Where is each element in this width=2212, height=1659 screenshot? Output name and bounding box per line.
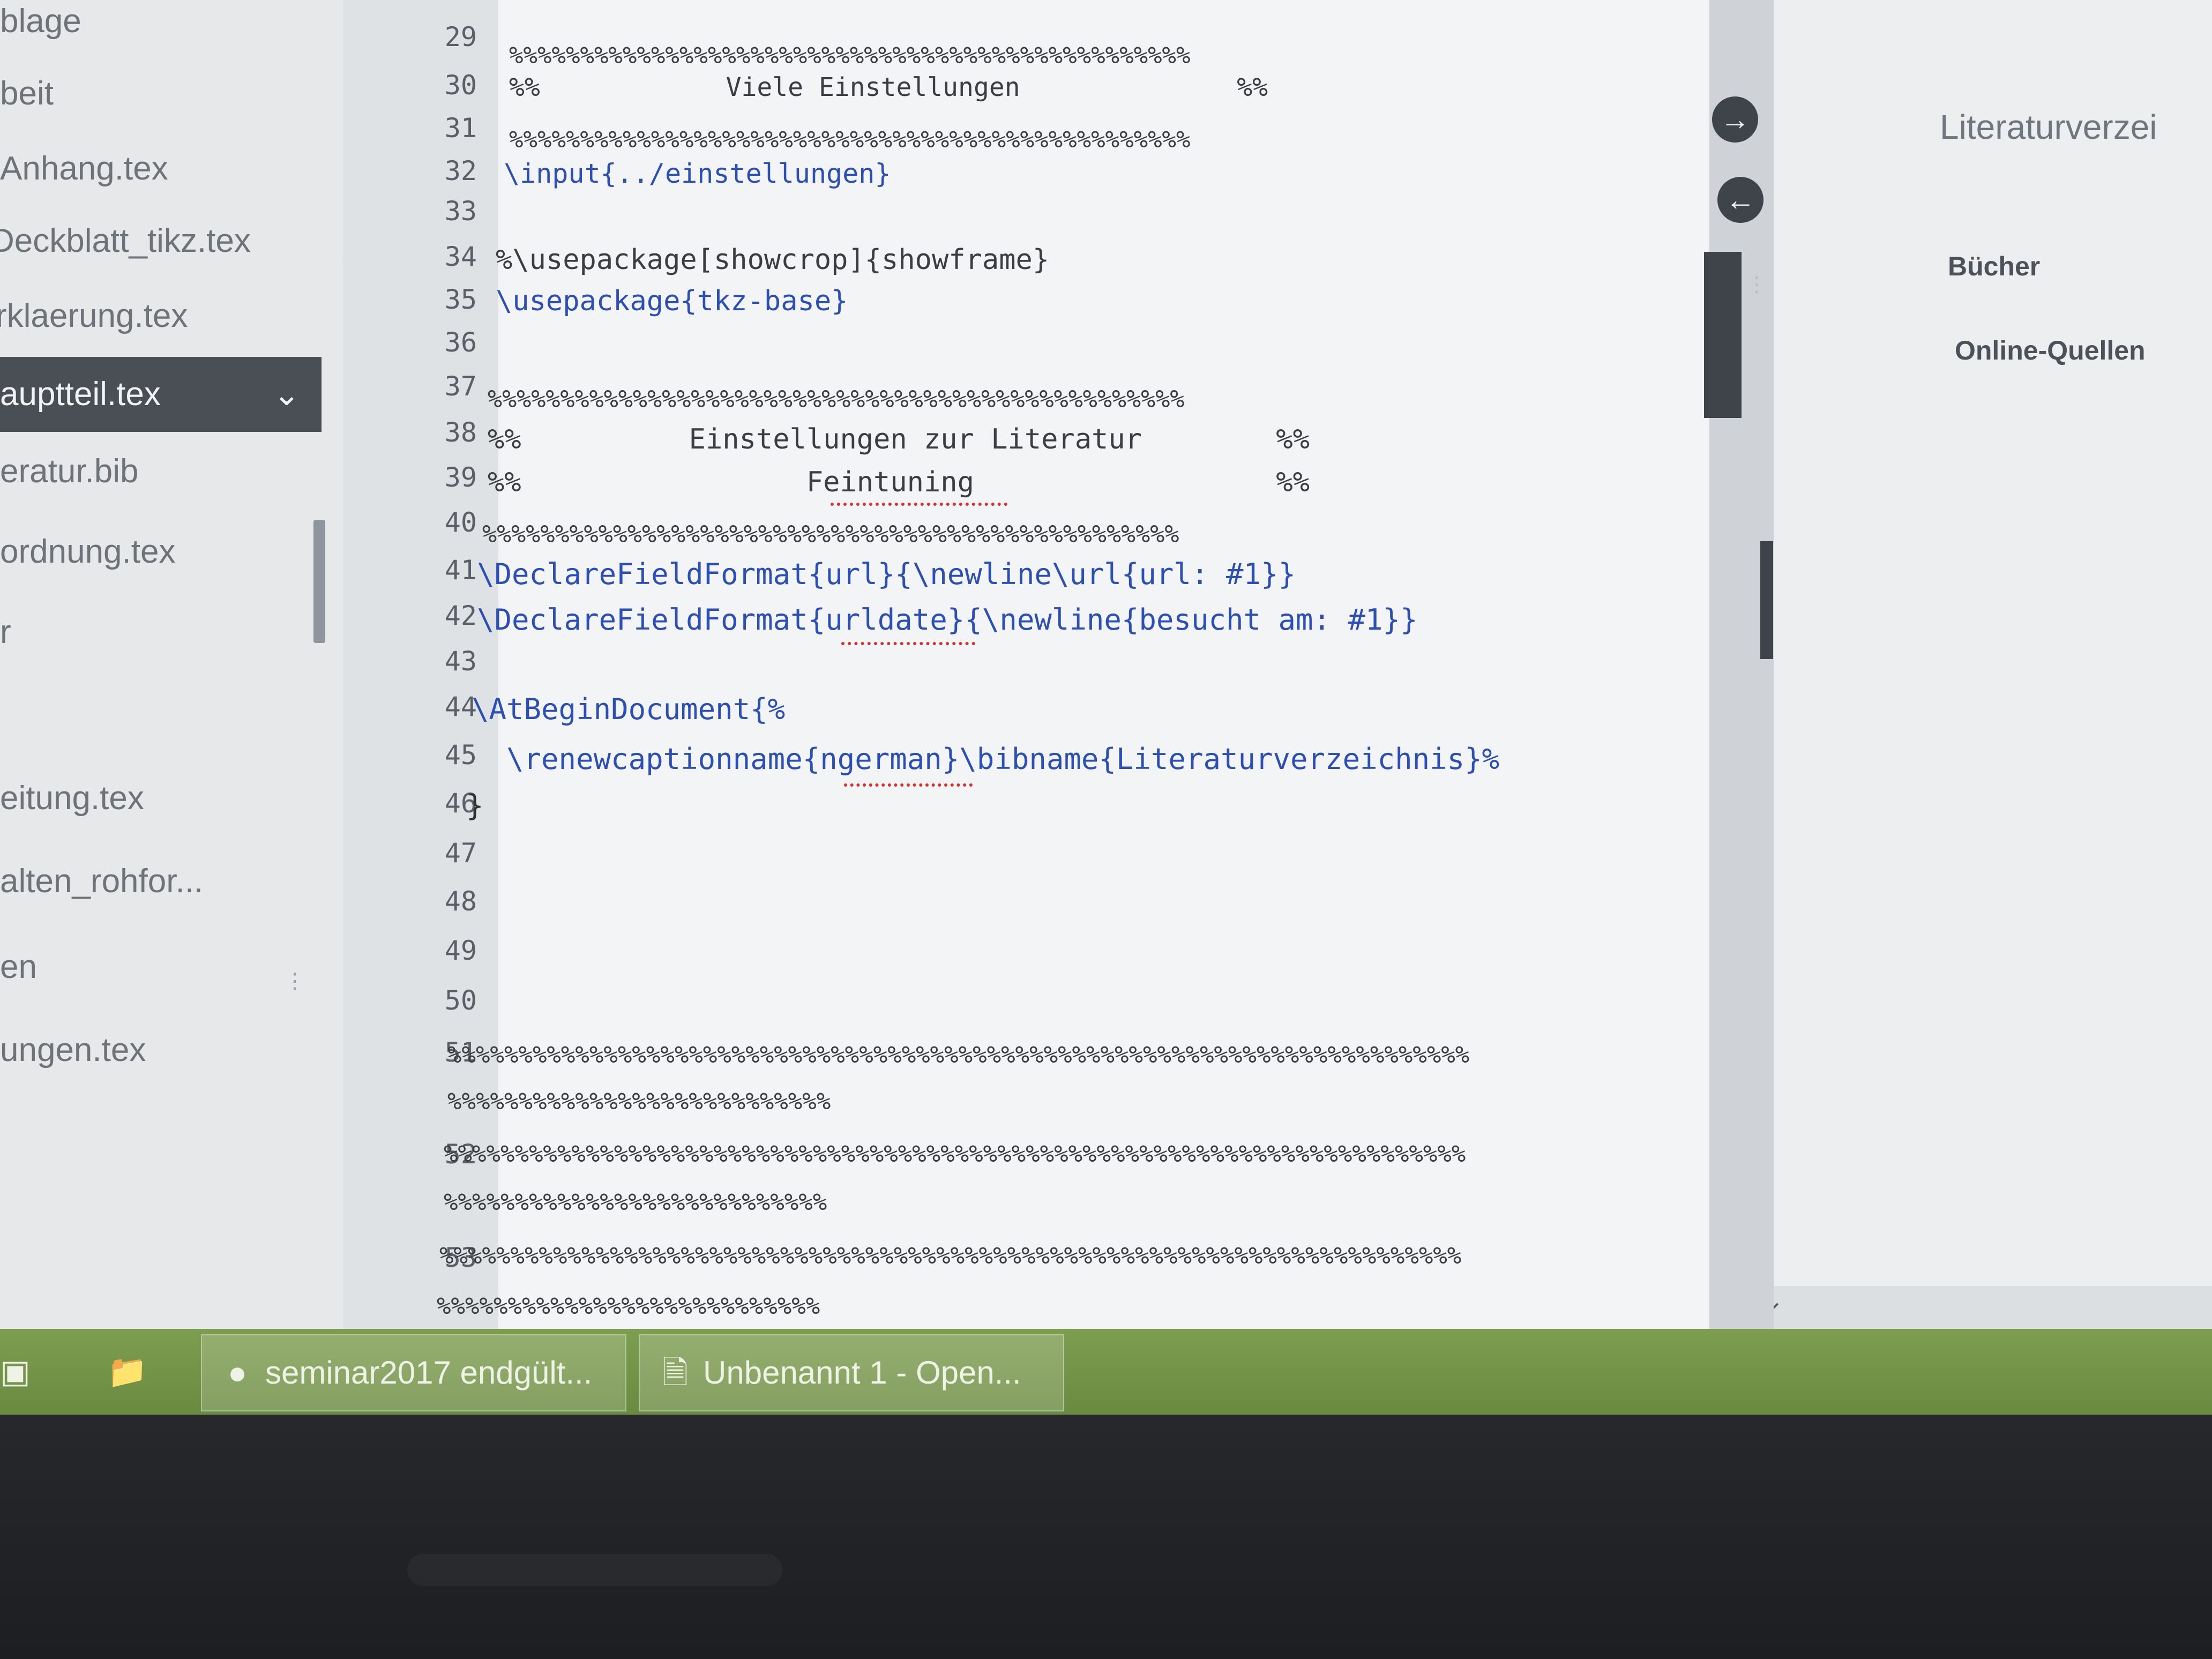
- line-number: 33: [444, 196, 477, 227]
- line-number: 41: [444, 555, 477, 586]
- spell-error-marker: [831, 503, 1007, 506]
- line-number: 50: [444, 985, 477, 1016]
- taskbar-button-document[interactable]: 🗎 Unbenannt 1 - Open...: [639, 1334, 1064, 1411]
- code-line[interactable]: %%%%%%%%%%%%%%%%%%%%%%%%%%%: [444, 1189, 827, 1216]
- start-menu-icon[interactable]: ▣: [0, 1350, 31, 1393]
- panel-splitter-handle[interactable]: [313, 520, 325, 643]
- chevron-down-icon[interactable]: ⌄: [273, 357, 300, 432]
- code-line[interactable]: %% Feintuning %%: [488, 466, 1310, 498]
- scroll-handle[interactable]: [1704, 252, 1742, 418]
- file-item-label: eitung.tex: [0, 780, 144, 817]
- code-line[interactable]: %%%%%%%%%%%%%%%%%%%%%%%%%%%%%%%%%%%%%%%%…: [439, 1242, 1461, 1269]
- file-item-label: auptteil.tex: [0, 376, 161, 413]
- line-number: 47: [444, 838, 477, 869]
- drag-grip-icon[interactable]: ⋮: [1746, 274, 1767, 295]
- file-item-label: beit: [0, 75, 54, 112]
- line-number: 38: [444, 417, 477, 448]
- panel-splitter-handle[interactable]: [1760, 541, 1773, 659]
- file-item-label: blage: [0, 3, 81, 40]
- line-number: 31: [444, 113, 477, 144]
- code-line[interactable]: \AtBeginDocument{%: [472, 692, 785, 726]
- code-line[interactable]: \input{../einstellungen}: [504, 158, 891, 189]
- file-panel: blage beit Anhang.tex Deckblatt_tikz.tex…: [0, 0, 355, 1329]
- code-editor[interactable]: 29 %%%%%%%%%%%%%%%%%%%%%%%%%%%%%%%%%%%%%…: [343, 0, 1784, 1329]
- code-line[interactable]: %% Einstellungen zur Literatur %%: [488, 423, 1310, 455]
- code-line[interactable]: }: [466, 789, 484, 823]
- line-number: 35: [444, 284, 477, 315]
- file-item[interactable]: Anhang.tex: [0, 131, 322, 206]
- file-item[interactable]: blage: [0, 0, 322, 59]
- outline-panel: [1774, 0, 2212, 1286]
- file-item-label: en: [0, 948, 37, 985]
- taskbar: ▣ 📁 ● seminar2017 endgült... 🗎 Unbenannt 1…: [0, 1329, 2212, 1415]
- code-line[interactable]: %%%%%%%%%%%%%%%%%%%%%%%%%%%%%%%%%%%%%%%%…: [509, 42, 1191, 69]
- code-line[interactable]: %%%%%%%%%%%%%%%%%%%%%%%%%%%%%%%%%%%%%%%%…: [488, 385, 1184, 413]
- code-line[interactable]: %%%%%%%%%%%%%%%%%%%%%%%%%%%%%%%%%%%%%%%%…: [444, 1140, 1466, 1168]
- code-line[interactable]: %%%%%%%%%%%%%%%%%%%%%%%%%%%: [447, 1088, 831, 1115]
- line-number: 43: [444, 646, 477, 677]
- file-item-active[interactable]: auptteil.tex ⌄: [0, 357, 322, 432]
- document-icon: 🗎: [662, 1355, 689, 1391]
- outline-item[interactable]: Bücher: [1948, 251, 2040, 282]
- file-item-label: Deckblatt_tikz.tex: [0, 222, 251, 259]
- file-item-label: rklaerung.tex: [0, 297, 188, 334]
- file-item[interactable]: eratur.bib: [0, 434, 322, 509]
- line-number: 42: [444, 600, 477, 631]
- file-item[interactable]: beit: [0, 56, 322, 131]
- line-number: 34: [444, 241, 477, 272]
- arrow-left-icon[interactable]: ←: [1717, 177, 1763, 223]
- line-number: 49: [444, 935, 477, 966]
- outline-title[interactable]: Literaturverzei: [1940, 107, 2157, 147]
- file-item[interactable]: Deckblatt_tikz.tex: [0, 204, 312, 279]
- taskbar-button-firefox[interactable]: ● seminar2017 endgült...: [201, 1334, 626, 1411]
- file-explorer-icon[interactable]: 📁: [107, 1350, 147, 1393]
- file-item[interactable]: en: [0, 930, 322, 1005]
- line-number: 44: [444, 691, 477, 722]
- line-number: 36: [444, 327, 477, 358]
- line-number: 37: [444, 371, 477, 402]
- line-number: 32: [444, 155, 477, 186]
- file-item-label: ordnung.tex: [0, 533, 176, 570]
- code-line[interactable]: \DeclareFieldFormat{url}{\newline\url{ur…: [477, 557, 1296, 591]
- line-number: 46: [444, 788, 477, 819]
- firefox-icon: ●: [227, 1355, 248, 1391]
- code-line[interactable]: \renewcaptionname{ngerman}\bibname{Liter…: [472, 742, 1499, 776]
- file-item-label: r: [0, 614, 11, 651]
- spell-error-marker: [844, 783, 973, 787]
- file-item[interactable]: alten_rohfor...: [0, 844, 322, 919]
- bezel-reflection: [407, 1554, 782, 1586]
- line-number: 30: [444, 70, 477, 101]
- screen: blage beit Anhang.tex Deckblatt_tikz.tex…: [0, 0, 2212, 1329]
- arrow-right-icon[interactable]: →: [1712, 96, 1758, 143]
- code-line[interactable]: %%%%%%%%%%%%%%%%%%%%%%%%%%%%%%%%%%%%%%%%…: [482, 520, 1179, 548]
- taskbar-button-label: seminar2017 endgült...: [265, 1355, 593, 1391]
- code-line[interactable]: %%%%%%%%%%%%%%%%%%%%%%%%%%%%%%%%%%%%%%%%…: [447, 1041, 1469, 1068]
- code-line[interactable]: \DeclareFieldFormat{urldate}{\newline{be…: [477, 603, 1418, 637]
- code-line[interactable]: \usepackage{tkz-base}: [496, 285, 848, 317]
- file-item-label: alten_rohfor...: [0, 863, 204, 900]
- spell-error-marker: [841, 642, 975, 645]
- file-item-label: eratur.bib: [0, 453, 139, 490]
- code-line[interactable]: %%%%%%%%%%%%%%%%%%%%%%%%%%%: [437, 1292, 820, 1320]
- monitor-bezel: [0, 1415, 2212, 1659]
- code-line[interactable]: %%%%%%%%%%%%%%%%%%%%%%%%%%%%%%%%%%%%%%%%…: [509, 126, 1191, 153]
- taskbar-button-label: Unbenannt 1 - Open...: [703, 1355, 1021, 1391]
- line-number: 29: [444, 21, 477, 53]
- drag-grip-icon[interactable]: ⋮: [333, 258, 355, 279]
- line-number: 48: [444, 886, 477, 917]
- line-number: 40: [444, 507, 477, 538]
- code-line[interactable]: %% Viele Einstellungen %%: [509, 72, 1268, 102]
- file-item[interactable]: eitung.tex: [0, 761, 322, 836]
- file-item[interactable]: ungen.tex: [0, 1013, 322, 1088]
- line-number: 39: [444, 462, 477, 493]
- line-number: 45: [444, 739, 477, 771]
- file-item[interactable]: ordnung.tex: [0, 514, 322, 589]
- file-item[interactable]: r: [0, 595, 322, 670]
- file-item-label: Anhang.tex: [0, 150, 168, 187]
- outline-item[interactable]: Online-Quellen: [1955, 335, 2146, 366]
- code-line[interactable]: %\usepackage[showcrop]{showframe}: [496, 244, 1049, 276]
- file-item-label: ungen.tex: [0, 1032, 146, 1068]
- file-item[interactable]: rklaerung.tex: [0, 279, 317, 354]
- drag-grip-icon[interactable]: ⋮: [284, 970, 305, 992]
